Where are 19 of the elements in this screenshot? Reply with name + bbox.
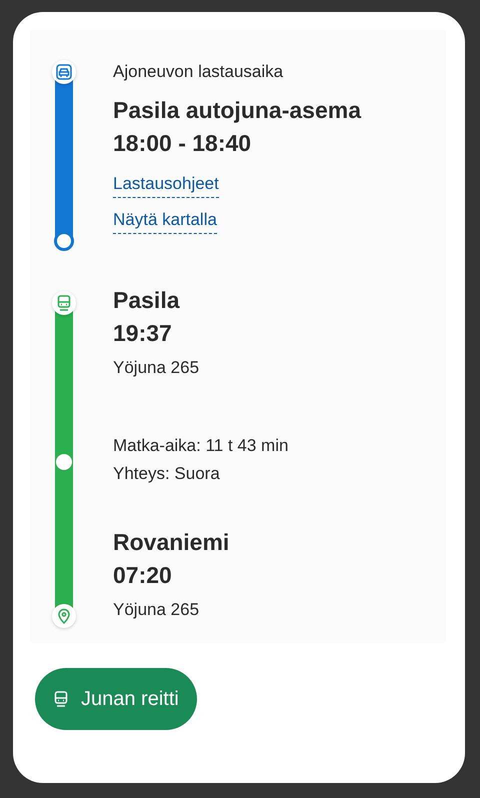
train-icon (53, 691, 69, 707)
station-name: Rovaniemi (113, 528, 230, 557)
station-name: Pasila autojuna-asema (113, 96, 362, 125)
timeline-end-dot (54, 231, 74, 251)
train-name: Yöjuna 265 (113, 599, 200, 621)
location-pin-icon (56, 608, 72, 624)
text-link[interactable]: Näytä kartalla (113, 210, 217, 234)
train-icon (56, 295, 72, 311)
connection-type: Yhteys: Suora (113, 463, 221, 485)
train-route-button[interactable]: Junan reitti (35, 668, 197, 730)
loading-time: 18:00 - 18:40 (113, 129, 252, 158)
arrival-time: 07:20 (113, 561, 173, 590)
station-name: Pasila (113, 286, 181, 315)
text-link[interactable]: Lastausohjeet (113, 174, 219, 198)
section-label: Ajoneuvon lastausaika (113, 62, 284, 82)
car-icon (56, 64, 72, 80)
travel-duration: Matka-aika: 11 t 43 min (113, 435, 290, 457)
train-name: Yöjuna 265 (113, 357, 200, 379)
departure-time: 19:37 (113, 319, 173, 348)
